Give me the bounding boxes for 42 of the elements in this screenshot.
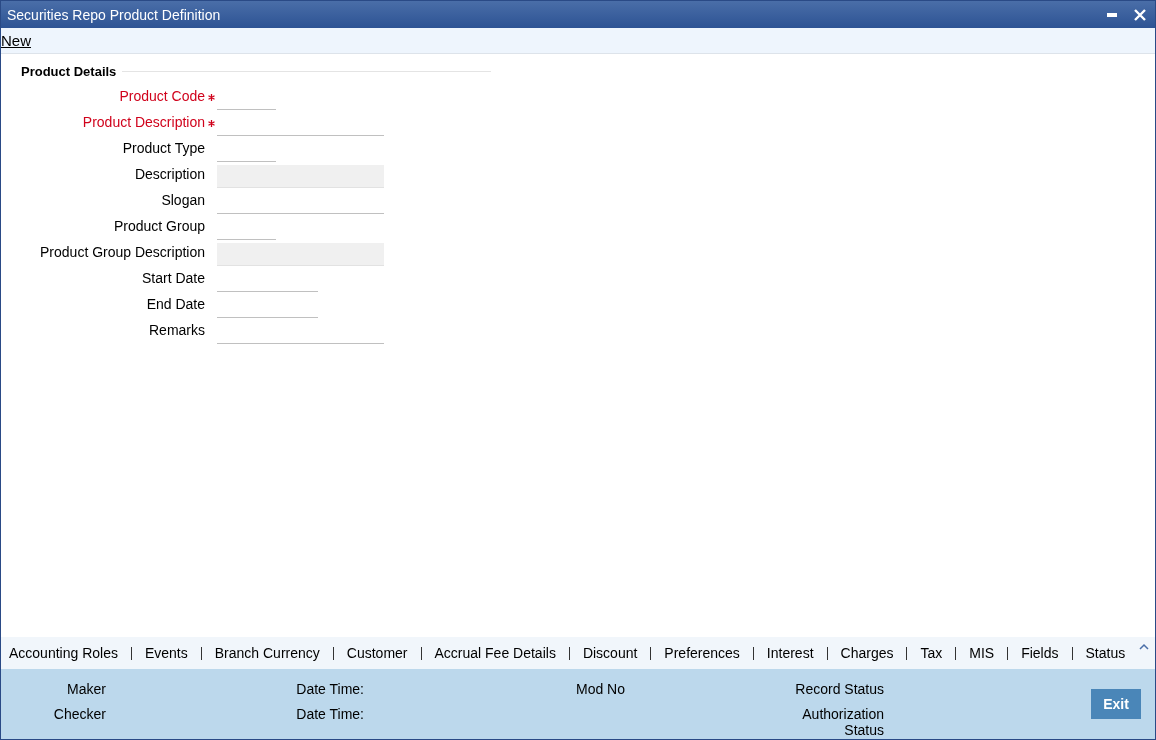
required-asterisk-icon: [208, 120, 215, 127]
close-icon: [1134, 8, 1146, 21]
tab-link[interactable]: Customer: [346, 645, 408, 661]
tab-link[interactable]: Discount: [582, 645, 638, 661]
audit-label: Checker: [53, 706, 106, 722]
audit-label: Maker: [67, 681, 106, 697]
field-label: End Date: [146, 296, 205, 312]
tab-link[interactable]: Accrual Fee Details: [434, 645, 556, 661]
field-label: Product Description: [82, 114, 205, 130]
audit-label: Date Time:: [296, 681, 364, 697]
tab-link[interactable]: Events: [144, 645, 188, 661]
tab-link[interactable]: Fields: [1021, 645, 1059, 661]
required-asterisk-icon: [208, 94, 215, 101]
field-label: Start Date: [141, 270, 205, 286]
tab-link[interactable]: Accounting Roles: [9, 645, 118, 661]
close-button[interactable]: [1133, 7, 1147, 22]
input-field[interactable]: [217, 243, 384, 266]
new-link[interactable]: New: [1, 32, 31, 49]
tab-link[interactable]: Charges: [840, 645, 894, 661]
exit-button[interactable]: Exit: [1091, 689, 1141, 719]
field-label: Description: [134, 166, 205, 182]
field-label: Slogan: [161, 192, 205, 208]
input-field[interactable]: [217, 165, 384, 188]
tab-link[interactable]: Interest: [766, 645, 814, 661]
tab-link[interactable]: Status: [1085, 645, 1126, 661]
field-label: Product Code: [119, 88, 205, 104]
tab-link[interactable]: MIS: [969, 645, 995, 661]
tab-link[interactable]: Preferences: [664, 645, 740, 661]
tab-link[interactable]: Branch Currency: [214, 645, 320, 661]
audit-label: Record Status: [795, 681, 884, 697]
window-title: Securities Repo Product Definition: [7, 6, 222, 23]
collapse-icon[interactable]: [1139, 643, 1149, 650]
audit-label: Mod No: [575, 681, 625, 697]
audit-label: Date Time:: [296, 706, 364, 722]
minimize-icon: [1107, 12, 1117, 17]
field-label: Product Type: [122, 140, 205, 156]
audit-label: Authorization Status: [801, 706, 884, 738]
field-label: Remarks: [149, 322, 205, 338]
section-title: Product Details: [21, 64, 117, 79]
field-label: Product Group: [113, 218, 205, 234]
field-label: Product Group Description: [40, 244, 205, 260]
tab-link[interactable]: Tax: [920, 645, 943, 661]
